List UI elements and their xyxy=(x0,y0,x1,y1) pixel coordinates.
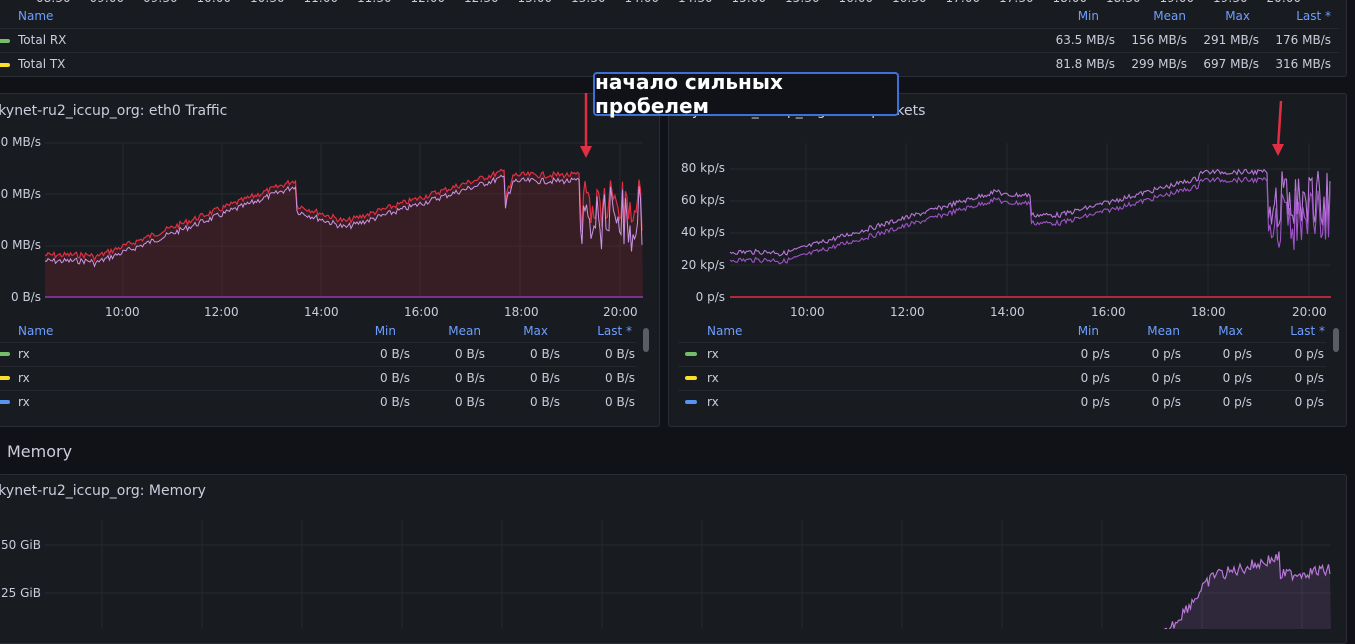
top-x-tick: 20:00 xyxy=(1267,0,1302,5)
top-x-tick: 13:00 xyxy=(518,0,553,5)
traffic-area-fill xyxy=(45,169,643,297)
top-x-tick: 09:00 xyxy=(90,0,125,5)
top-x-tick: 09:30 xyxy=(143,0,178,5)
top-x-tick: 12:30 xyxy=(464,0,499,5)
top-x-tick: 17:00 xyxy=(946,0,981,5)
annotation-callout: начало сильных пробелем xyxy=(593,70,899,118)
top-x-tick: 15:30 xyxy=(785,0,820,5)
memory-area-fill xyxy=(1150,551,1331,629)
packets-series-line xyxy=(729,176,1331,265)
top-x-tick: 12:00 xyxy=(411,0,446,5)
annotation-arrow-left-head xyxy=(580,146,592,158)
top-x-tick: 18:00 xyxy=(1053,0,1088,5)
annotation-text: начало сильных пробелем xyxy=(595,70,783,118)
top-x-tick: 13:30 xyxy=(571,0,606,5)
top-x-tick: 15:00 xyxy=(732,0,767,5)
annotation-arrow-right-head xyxy=(1272,144,1284,156)
top-x-tick: 14:00 xyxy=(625,0,660,5)
packets-series-line xyxy=(729,168,1331,257)
top-x-tick: 11:00 xyxy=(304,0,339,5)
top-x-tick: 11:30 xyxy=(357,0,392,5)
top-x-tick: 10:30 xyxy=(250,0,285,5)
top-x-tick: 16:30 xyxy=(892,0,927,5)
top-x-tick: 08:30 xyxy=(36,0,71,5)
top-x-tick: 14:30 xyxy=(678,0,713,5)
top-x-tick: 16:00 xyxy=(839,0,874,5)
annotation-arrow-right-shaft xyxy=(1276,100,1283,149)
top-x-tick: 19:30 xyxy=(1213,0,1248,5)
top-x-tick: 10:00 xyxy=(197,0,232,5)
top-x-tick: 17:30 xyxy=(999,0,1034,5)
top-x-tick: 18:30 xyxy=(1106,0,1141,5)
top-x-tick: 19:00 xyxy=(1160,0,1195,5)
